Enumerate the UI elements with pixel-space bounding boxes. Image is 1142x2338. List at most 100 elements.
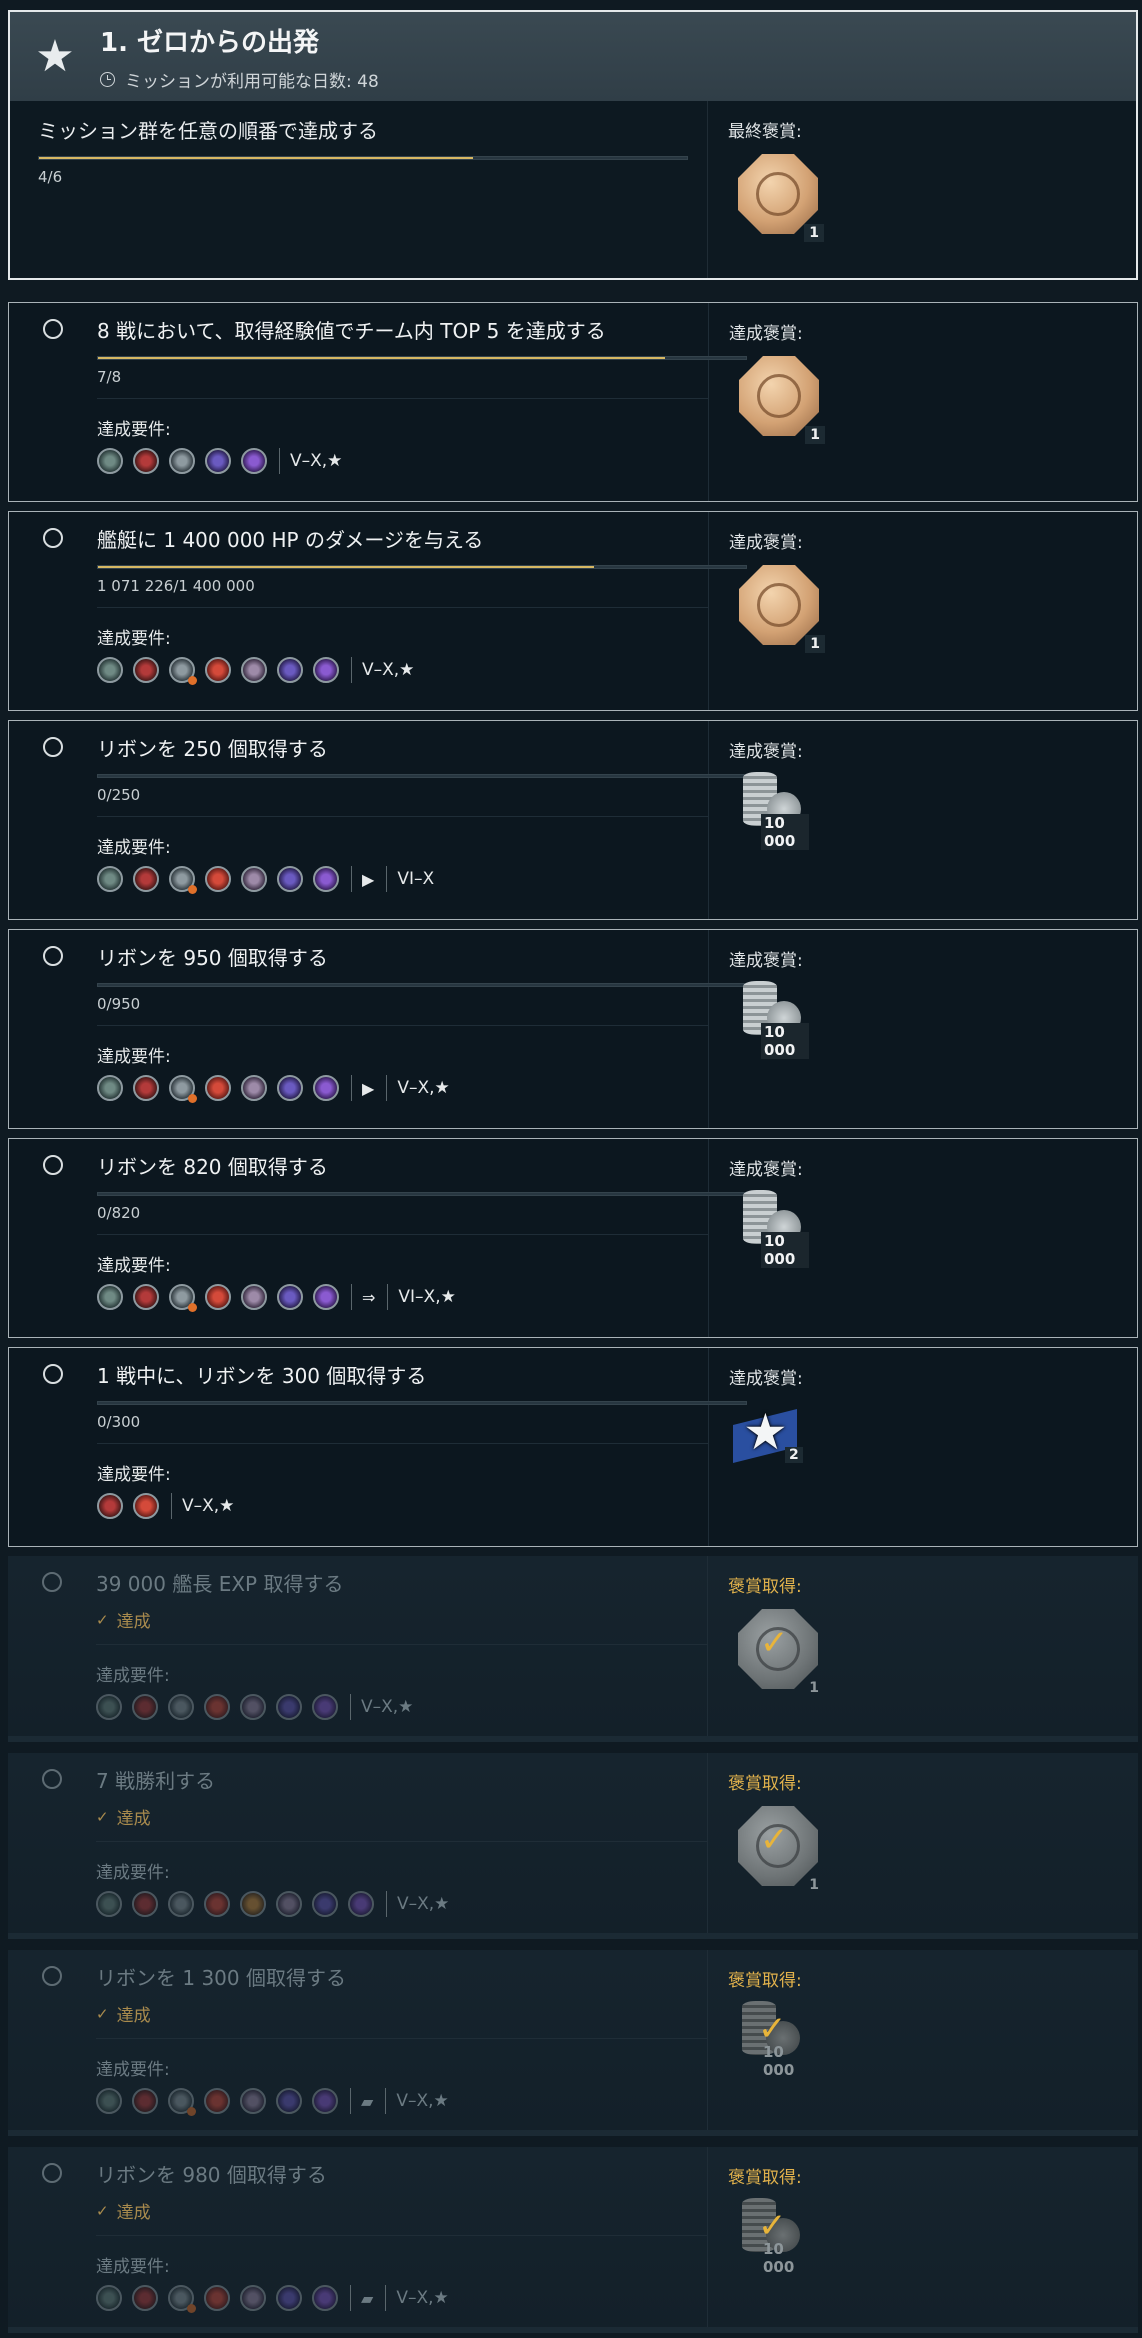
status-circle-icon (43, 737, 63, 757)
class-icon (205, 448, 231, 474)
reward-qty: 10 000 (761, 1023, 809, 1059)
class-icon (277, 1284, 303, 1310)
mission-progress-text: 0/820 (97, 1204, 141, 1222)
mission-card[interactable]: リボンを 950 個取得する 0/950 達成要件: ▶ V–X,★ 達成褒賞: (8, 929, 1138, 1129)
requirements-row: ▰ V–X,★ (96, 2285, 707, 2313)
requirements-label: 達成要件: (97, 1047, 171, 1067)
class-icon (313, 1075, 339, 1101)
class-icon (133, 1075, 159, 1101)
class-icon (277, 657, 303, 683)
mission-card-completed[interactable]: リボンを 980 個取得する ✓達成 達成要件: ▰ V–X,★ 褒賞取得: (8, 2147, 1138, 2333)
mission-card[interactable]: リボンを 250 個取得する 0/250 達成要件: ▶ VI–X 達成褒賞: (8, 720, 1138, 920)
mission-card-completed[interactable]: リボンを 1 300 個取得する ✓ 達成 達成要件: ▰ V–X,★ 褒賞取得: (8, 1950, 1138, 2136)
reward-obtained-label: 褒賞取得: (728, 1577, 802, 1597)
requirements-row: ▶ VI–X (97, 866, 708, 894)
reward-item[interactable]: ✓ 1 (738, 1806, 828, 1896)
mission-chain-header[interactable]: ★ 1. ゼロからの出発 ミッションが利用可能な日数: 48 ミッション群を任意… (8, 10, 1138, 280)
reward-qty: 10 000 (761, 1232, 809, 1268)
status-circle-icon (42, 2163, 62, 2183)
mission-title: 艦艇に 1 400 000 HP のダメージを与える (97, 528, 484, 552)
star-icon: ★ (35, 31, 75, 82)
header-bar: ★ 1. ゼロからの出発 ミッションが利用可能な日数: 48 (10, 12, 1136, 101)
coins-reward[interactable]: ✓ 10 000 (728, 1995, 808, 2079)
class-icon (169, 1284, 197, 1312)
coins-reward[interactable]: ✓ 10 000 (728, 2192, 808, 2276)
reward-item[interactable]: 1 (739, 565, 829, 655)
class-icon (132, 2088, 158, 2114)
requirements-label: 達成要件: (97, 629, 171, 649)
check-icon: ✓ (96, 1807, 109, 1826)
class-icon (168, 1694, 194, 1720)
requirements-label: 達成要件: (97, 420, 171, 440)
mission-progress-bar (97, 774, 747, 778)
check-icon: ✓ (760, 1820, 789, 1860)
missions-panel: ★ 1. ゼロからの出発 ミッションが利用可能な日数: 48 ミッション群を任意… (8, 10, 1138, 2338)
status-circle-icon (42, 1572, 62, 1592)
flag-reward[interactable]: ★ 2 (729, 1407, 803, 1463)
class-icon (97, 866, 123, 892)
class-icon (241, 1075, 267, 1101)
chain-progress-bar (38, 156, 688, 160)
coins-reward[interactable]: 10 000 (729, 975, 809, 1059)
status-circle-icon (43, 946, 63, 966)
completed-status: ✓ 達成 (96, 1610, 151, 1633)
coins-reward[interactable]: 10 000 (729, 1184, 809, 1268)
mission-progress-bar (97, 1401, 747, 1405)
check-icon: ✓ (96, 1610, 109, 1629)
chain-progress-text: 4/6 (38, 168, 63, 186)
reward-item[interactable]: 1 (739, 356, 829, 446)
class-icon (96, 1891, 122, 1917)
requirements-row: V–X,★ (96, 1694, 707, 1720)
class-icon (132, 1694, 158, 1720)
ship-type-icon: ▰ (361, 2091, 374, 2111)
class-icon (276, 2088, 302, 2114)
class-icon (132, 1891, 158, 1917)
reward-item[interactable]: ✓ 1 (738, 1609, 828, 1699)
mission-card[interactable]: 1 戦中に、リボンを 300 個取得する 0/300 達成要件: V–X,★ 達… (8, 1347, 1138, 1547)
requirements-row: V–X,★ (97, 448, 708, 474)
requirements-row: V–X,★ (97, 1493, 708, 1519)
requirements-row: V–X,★ (97, 657, 708, 685)
class-icon (204, 2285, 230, 2311)
class-icon (241, 657, 267, 683)
class-icon (96, 2285, 122, 2311)
mission-card-completed[interactable]: 7 戦勝利する ✓ 達成 達成要件: V–X,★ 褒賞取得: ✓ 1 (8, 1753, 1138, 1939)
class-icon (97, 1075, 123, 1101)
medal-icon (739, 356, 819, 436)
tier-range: V–X,★ (182, 1496, 235, 1516)
ship-type-icon: ⇒ (362, 1287, 376, 1307)
clock-icon (100, 71, 115, 87)
mission-progress-bar (97, 983, 747, 987)
tier-range: V–X,★ (290, 451, 343, 471)
reward-label: 達成褒賞: (729, 951, 803, 971)
requirements-label: 達成要件: (97, 1465, 171, 1485)
class-icon (312, 2285, 338, 2311)
class-icon (132, 2285, 158, 2311)
class-icon (133, 1493, 159, 1519)
medal-icon (739, 565, 819, 645)
requirements-label: 達成要件: (96, 1666, 170, 1686)
reward-qty: 2 (785, 1447, 803, 1463)
mission-progress-text: 0/300 (97, 1413, 141, 1431)
class-icon (240, 1891, 266, 1917)
days-text: ミッションが利用可能な日数: 48 (125, 71, 379, 92)
mission-card[interactable]: 8 戦において、取得経験値でチーム内 TOP 5 を達成する 7/8 達成要件:… (8, 302, 1138, 502)
mission-card[interactable]: リボンを 820 個取得する 0/820 達成要件: ⇒ VI–X,★ 達成褒賞… (8, 1138, 1138, 1338)
tier-range: V–X,★ (397, 1078, 450, 1098)
reward-label: 達成褒賞: (729, 742, 803, 762)
ship-type-icon: ▰ (361, 2288, 374, 2308)
tier-range: VI–X,★ (398, 1287, 456, 1307)
final-reward[interactable]: 1 (738, 154, 828, 244)
mission-card-completed[interactable]: 39 000 艦長 EXP 取得する ✓ 達成 達成要件: V–X,★ 褒賞取得:… (8, 1556, 1138, 1742)
tier-range: V–X,★ (362, 660, 415, 680)
mission-title: 7 戦勝利する (96, 1769, 216, 1793)
tier-range: V–X,★ (397, 1894, 450, 1914)
class-icon (241, 866, 267, 892)
class-icon (313, 1284, 339, 1310)
coins-reward[interactable]: 10 000 (729, 766, 809, 850)
class-icon (205, 657, 231, 683)
class-icon (205, 1075, 231, 1101)
mission-card[interactable]: 艦艇に 1 400 000 HP のダメージを与える 1 071 226/1 4… (8, 511, 1138, 711)
tier-range: V–X,★ (396, 2288, 449, 2308)
class-icon (169, 657, 197, 685)
